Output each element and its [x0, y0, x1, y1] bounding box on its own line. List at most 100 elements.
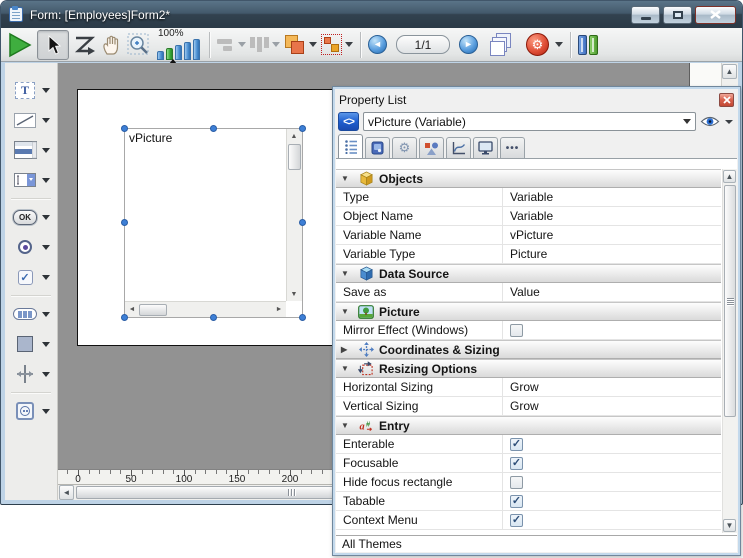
- property-list-close-button[interactable]: [719, 93, 734, 107]
- selection-handle-ne[interactable]: [299, 125, 306, 132]
- tab-data[interactable]: [365, 137, 390, 158]
- scroll-down-button[interactable]: ▼: [287, 287, 301, 301]
- dropdown-icon[interactable]: [42, 409, 50, 414]
- property-value[interactable]: Variable: [503, 190, 721, 204]
- previous-page-button[interactable]: ◄: [368, 35, 387, 54]
- combobox-tool[interactable]: [12, 165, 50, 195]
- duplicate-dropdown-icon[interactable]: [309, 42, 317, 47]
- actions-gear-button[interactable]: ⚙: [526, 30, 563, 60]
- theme-bar[interactable]: All Themes: [336, 535, 737, 552]
- property-row-variable-name[interactable]: Variable NamevPicture: [336, 226, 721, 245]
- selection-handle-w[interactable]: [121, 219, 128, 226]
- section-header-coordinates-sizing[interactable]: ▶Coordinates & Sizing: [336, 340, 721, 359]
- plugin-area-tool[interactable]: [12, 396, 50, 426]
- property-row-context-menu[interactable]: Context Menu✓: [336, 511, 721, 530]
- object-selector-combobox[interactable]: vPicture (Variable): [363, 112, 696, 131]
- duplicate-tool[interactable]: [284, 30, 317, 60]
- collapse-triangle-icon[interactable]: ▼: [341, 269, 351, 278]
- align-dropdown-icon[interactable]: [238, 42, 246, 47]
- checkbox-focusable[interactable]: ✓: [510, 457, 523, 470]
- checkbox-context-menu[interactable]: ✓: [510, 514, 523, 527]
- property-row-tabable[interactable]: Tabable✓: [336, 492, 721, 511]
- dropdown-icon[interactable]: [42, 275, 50, 280]
- form-pages-button[interactable]: [490, 30, 514, 60]
- property-value[interactable]: Variable: [503, 209, 721, 223]
- scroll-left-button[interactable]: ◄: [59, 485, 74, 500]
- property-row-mirror-effect-windows[interactable]: Mirror Effect (Windows): [336, 321, 721, 340]
- property-row-vertical-sizing[interactable]: Vertical SizingGrow: [336, 397, 721, 416]
- section-header-picture[interactable]: ▼Picture: [336, 302, 721, 321]
- expand-triangle-icon[interactable]: ▶: [341, 345, 351, 354]
- tab-more[interactable]: •••: [500, 137, 525, 158]
- view-options-button[interactable]: [700, 115, 735, 128]
- line-tool[interactable]: [12, 105, 50, 135]
- window-titlebar[interactable]: Form: [Employees]Form2*: [1, 1, 742, 28]
- minimize-button[interactable]: [631, 6, 660, 24]
- dropdown-icon[interactable]: [42, 118, 50, 123]
- listbox-tool[interactable]: [12, 135, 50, 165]
- text-tool[interactable]: T: [12, 75, 50, 105]
- checkbox-hide-focus-rectangle[interactable]: [510, 476, 523, 489]
- section-header-objects[interactable]: ▼Objects: [336, 169, 721, 188]
- property-row-save-as[interactable]: Save asValue: [336, 283, 721, 302]
- tab-display[interactable]: [473, 137, 498, 158]
- property-row-horizontal-sizing[interactable]: Horizontal SizingGrow: [336, 378, 721, 397]
- object-vertical-scrollbar[interactable]: ▲ ▼: [286, 129, 302, 301]
- dropdown-icon[interactable]: [42, 215, 50, 220]
- property-row-variable-type[interactable]: Variable TypePicture: [336, 245, 721, 264]
- tab-property-list[interactable]: [338, 134, 363, 158]
- scroll-down-button[interactable]: ▼: [723, 519, 736, 532]
- checkbox-tabable[interactable]: ✓: [510, 495, 523, 508]
- scrollbar-thumb[interactable]: [724, 185, 736, 417]
- pan-hand-tool[interactable]: [101, 30, 123, 60]
- button-tool[interactable]: OK: [12, 202, 50, 232]
- property-list-scrollbar[interactable]: ▲ ▼: [722, 169, 737, 533]
- scroll-right-button[interactable]: ►: [272, 303, 286, 317]
- zoom-bar-5[interactable]: [193, 39, 200, 60]
- scrollbar-thumb[interactable]: [139, 304, 167, 316]
- gear-dropdown-icon[interactable]: [555, 42, 563, 47]
- selection-handle-sw[interactable]: [121, 314, 128, 321]
- selection-handle-n[interactable]: [210, 125, 217, 132]
- scrollbar-thumb[interactable]: [288, 144, 301, 170]
- scroll-up-button[interactable]: ▲: [722, 64, 737, 79]
- group-tool[interactable]: [321, 30, 353, 60]
- section-header-data-source[interactable]: ▼Data Source: [336, 264, 721, 283]
- section-header-entry[interactable]: ▼a#Entry: [336, 416, 721, 435]
- tab-events[interactable]: [446, 137, 471, 158]
- scroll-up-button[interactable]: ▲: [723, 170, 736, 183]
- group-dropdown-icon[interactable]: [345, 42, 353, 47]
- radio-button-tool[interactable]: [12, 232, 50, 262]
- rectangle-tool[interactable]: [12, 329, 50, 359]
- page-indicator[interactable]: 1/1: [396, 35, 450, 54]
- close-button[interactable]: [695, 6, 736, 24]
- run-button[interactable]: [5, 30, 33, 60]
- property-value[interactable]: Value: [503, 285, 721, 299]
- property-row-type[interactable]: TypeVariable: [336, 188, 721, 207]
- zoom-bar-1[interactable]: [157, 51, 164, 60]
- property-list-titlebar[interactable]: Property List: [336, 90, 737, 109]
- object-horizontal-scrollbar[interactable]: ◄ ►: [125, 301, 286, 317]
- checkbox-mirror-effect-windows[interactable]: [510, 324, 523, 337]
- property-row-object-name[interactable]: Object NameVariable: [336, 207, 721, 226]
- dropdown-icon[interactable]: [42, 372, 50, 377]
- selection-handle-se[interactable]: [299, 314, 306, 321]
- button-grid-tool[interactable]: [12, 299, 50, 329]
- dropdown-icon[interactable]: [42, 245, 50, 250]
- distribute-tool[interactable]: [250, 30, 280, 60]
- zoom-bars[interactable]: [157, 39, 200, 60]
- next-page-button[interactable]: ►: [459, 35, 478, 54]
- collapse-triangle-icon[interactable]: ▼: [341, 364, 351, 373]
- zoom-bar-4[interactable]: [184, 42, 191, 60]
- checkbox-tool[interactable]: ✓: [12, 262, 50, 292]
- dropdown-icon[interactable]: [42, 342, 50, 347]
- align-tool[interactable]: [217, 30, 246, 60]
- collapse-triangle-icon[interactable]: ▼: [341, 307, 351, 316]
- zoom-level-widget[interactable]: 100%: [157, 30, 200, 60]
- dropdown-icon[interactable]: [42, 312, 50, 317]
- collapse-triangle-icon[interactable]: ▼: [341, 421, 351, 430]
- selection-tool[interactable]: [37, 30, 69, 60]
- checkbox-enterable[interactable]: ✓: [510, 438, 523, 451]
- property-value[interactable]: Picture: [503, 247, 721, 261]
- distribute-dropdown-icon[interactable]: [272, 42, 280, 47]
